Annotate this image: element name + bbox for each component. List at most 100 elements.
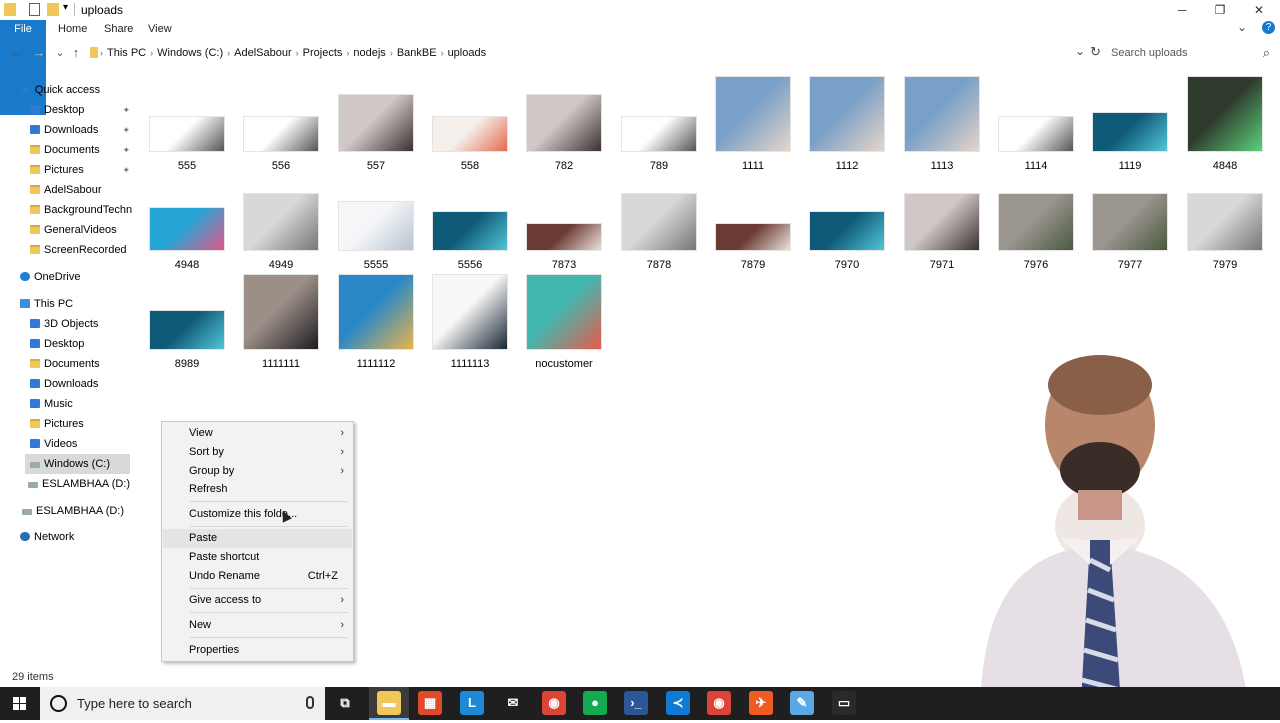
recent-locations-button[interactable]: ⌄ [52,44,68,62]
search-input[interactable]: Search uploads ⌕ [1106,42,1276,64]
breadcrumb-windows-c[interactable]: Windows (C:) [153,47,227,59]
sidebar-item-network[interactable]: Network [20,527,130,547]
properties-icon[interactable] [29,3,40,16]
breadcrumb[interactable]: › This PC › Windows (C:) › AdelSabour › … [88,42,1093,64]
up-button[interactable]: ↑ [68,44,84,62]
menu-item-view[interactable]: View › [163,424,352,443]
file-item[interactable]: 7971 [895,173,989,271]
file-item[interactable]: 1111 [706,74,800,172]
sidebar-item-music[interactable]: Music [30,394,130,414]
file-item[interactable]: 1111112 [329,272,423,370]
tab-share[interactable]: Share [95,20,142,38]
taskbar-app-lapp-icon[interactable]: L [460,691,484,715]
sidebar-item-eslambhaa-d[interactable]: ESLAMBHAA (D:) [28,474,132,494]
sidebar-item-pc-downloads[interactable]: Downloads [30,374,130,394]
expand-ribbon-icon[interactable]: ⌄ [1237,20,1247,34]
taskbar-app-chrome-2-icon[interactable]: ◉ [707,691,731,715]
start-button[interactable] [0,687,40,720]
file-item[interactable]: 7979 [1178,173,1272,271]
taskbar-app-mail-icon[interactable]: ✉ [501,691,525,715]
taskbar-app-powershell-icon[interactable]: ›_ [624,691,648,715]
file-item[interactable]: 556 [234,74,328,172]
file-item[interactable]: 4948 [140,173,234,271]
menu-item-group-by[interactable]: Group by › [163,462,352,481]
help-icon[interactable]: ? [1262,21,1275,34]
file-item[interactable]: 1114 [989,74,1083,172]
taskbar-app-mongodb-icon[interactable]: ● [583,691,607,715]
menu-item-give-access[interactable]: Give access to › [163,591,352,610]
file-item[interactable]: 7976 [989,173,1083,271]
file-item[interactable]: 7873 [517,173,611,271]
forward-button[interactable]: → [31,44,47,62]
file-item[interactable]: 1119 [1083,74,1177,172]
breadcrumb-this-pc[interactable]: This PC [103,47,150,59]
taskbar-search-input[interactable]: Type here to search [40,687,325,720]
tab-view[interactable]: View [139,20,181,38]
minimize-button[interactable]: ─ [1163,0,1201,20]
taskbar-app-store-icon[interactable]: ▦ [418,691,442,715]
back-button[interactable]: ← [8,44,24,62]
file-item[interactable]: 4848 [1178,74,1272,172]
taskbar-app-vscode-icon[interactable]: ≺ [666,691,690,715]
taskbar-app-postman-icon[interactable]: ✈ [749,691,773,715]
breadcrumb-uploads[interactable]: uploads [444,47,491,59]
sidebar-item-pc-desktop[interactable]: Desktop [30,334,130,354]
menu-item-properties[interactable]: Properties [163,641,352,660]
file-item[interactable]: 1112 [800,74,894,172]
taskbar-app-notepad-icon[interactable]: ✎ [790,691,814,715]
file-item[interactable]: 782 [517,74,611,172]
breadcrumb-bankbe[interactable]: BankBE [393,47,441,59]
file-item[interactable]: 555 [140,74,234,172]
sidebar-item-pc-pictures[interactable]: Pictures [30,414,130,434]
close-button[interactable]: ✕ [1240,0,1278,20]
menu-item-paste[interactable]: Paste [163,529,352,548]
restore-button[interactable]: ❐ [1201,0,1239,20]
tab-home[interactable]: Home [49,20,96,38]
menu-item-new[interactable]: New › [163,616,352,635]
breadcrumb-nodejs[interactable]: nodejs [349,47,389,59]
sidebar-item-pictures[interactable]: Pictures ✦ [30,160,130,180]
file-item[interactable]: 1111111 [234,272,328,370]
menu-item-customize-folder[interactable]: Customize this folde... [163,505,352,524]
quick-access-dropdown-icon[interactable]: ▾ [63,2,68,13]
file-item[interactable]: 7878 [612,173,706,271]
file-item[interactable]: nocustomer [517,272,611,370]
sidebar-item-adelsabour[interactable]: AdelSabour [30,180,130,200]
new-folder-icon[interactable] [47,3,59,16]
file-item[interactable]: 7970 [800,173,894,271]
file-item[interactable]: 5556 [423,173,517,271]
file-item[interactable]: 558 [423,74,517,172]
address-dropdown-icon[interactable]: ⌄ [1075,44,1085,58]
sidebar-item-documents[interactable]: Documents ✦ [30,140,130,160]
sidebar-item-downloads[interactable]: Downloads ✦ [30,120,130,140]
sidebar-item-windows-c[interactable]: Windows (C:) [25,454,130,474]
sidebar-item-pc-documents[interactable]: Documents [30,354,130,374]
menu-item-paste-shortcut[interactable]: Paste shortcut [163,548,352,567]
sidebar-item-videos[interactable]: Videos [30,434,130,454]
file-item[interactable]: 1113 [895,74,989,172]
taskbar-app-file-explorer-icon[interactable]: ▬ [377,691,401,715]
refresh-icon[interactable]: ↻ [1090,44,1101,60]
sidebar-item-onedrive[interactable]: OneDrive [20,267,130,287]
sidebar-item-this-pc[interactable]: This PC [20,294,130,314]
taskbar-app-cmd-icon[interactable]: ▭ [832,691,856,715]
file-item[interactable]: 557 [329,74,423,172]
microphone-icon[interactable] [306,696,314,709]
sidebar-item-generalvideos[interactable]: GeneralVideos [30,220,130,240]
file-item[interactable]: 789 [612,74,706,172]
sidebar-item-screenrecorded[interactable]: ScreenRecorded [30,240,130,260]
file-item[interactable]: 7879 [706,173,800,271]
breadcrumb-adelsabour[interactable]: AdelSabour [230,47,296,59]
sidebar-item-quick-access[interactable]: ★ Quick access [20,80,130,100]
file-item[interactable]: 7977 [1083,173,1177,271]
taskbar-app-chrome-icon[interactable]: ◉ [542,691,566,715]
taskbar-app-task-view-icon[interactable]: ⧉ [333,691,357,715]
sidebar-item-backgroundtechnica[interactable]: BackgroundTechnica [30,200,132,220]
file-item[interactable]: 4949 [234,173,328,271]
breadcrumb-projects[interactable]: Projects [299,47,347,59]
menu-item-undo-rename[interactable]: Undo Rename Ctrl+Z [163,567,352,586]
menu-item-refresh[interactable]: Refresh [163,480,352,499]
sidebar-item-3d-objects[interactable]: 3D Objects [30,314,130,334]
file-item[interactable]: 8989 [140,272,234,370]
file-item[interactable]: 5555 [329,173,423,271]
